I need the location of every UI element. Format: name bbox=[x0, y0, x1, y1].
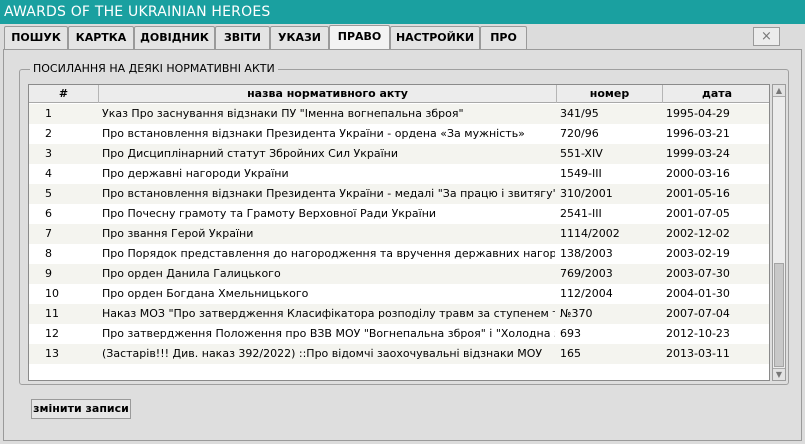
column-header-number[interactable]: # bbox=[29, 85, 99, 103]
act-code: 1114/2002 bbox=[560, 227, 620, 240]
act-date: 2003-07-30 bbox=[666, 267, 730, 280]
row-number: 8 bbox=[45, 247, 52, 260]
tab-directory[interactable]: ДОВІДНИК bbox=[134, 26, 215, 49]
table-row[interactable]: 2 Про встановлення відзнаки Президента Ук… bbox=[29, 124, 769, 144]
tab-decrees[interactable]: УКАЗИ bbox=[270, 26, 329, 49]
law-panel: ПОСИЛАННЯ НА ДЕЯКІ НОРМАТИВНІ АКТИ # наз… bbox=[3, 49, 802, 441]
act-code: 1549-III bbox=[560, 167, 602, 180]
scrollbar-thumb[interactable] bbox=[774, 263, 784, 367]
act-code: 310/2001 bbox=[560, 187, 613, 200]
act-code: 138/2003 bbox=[560, 247, 613, 260]
row-number: 13 bbox=[45, 347, 59, 360]
act-code: 769/2003 bbox=[560, 267, 613, 280]
table-row[interactable]: 10 Про орден Богдана Хмельницького 112/200… bbox=[29, 284, 769, 304]
table-row[interactable] bbox=[29, 364, 769, 380]
act-code: 720/96 bbox=[560, 127, 599, 140]
table-row[interactable]: 7 Про звання Герой України 1114/2002 2002-1… bbox=[29, 224, 769, 244]
act-name: Про звання Герой України bbox=[102, 227, 254, 240]
act-name: Про Почесну грамоту та Грамоту Верховної… bbox=[102, 207, 437, 220]
row-number: 11 bbox=[45, 307, 59, 320]
tab-bar: ПОШУК КАРТКА ДОВІДНИК ЗВІТИ УКАЗИ ПРАВО … bbox=[0, 25, 805, 50]
act-date: 2002-12-02 bbox=[666, 227, 730, 240]
act-name: (Застарів!!! Див. наказ 392/2022) ::Про … bbox=[102, 347, 543, 360]
table-row[interactable]: 1 Указ Про заснування відзнаки ПУ "Іменна… bbox=[29, 104, 769, 124]
act-name: Указ Про заснування відзнаки ПУ "Іменна … bbox=[102, 107, 464, 120]
column-header-code[interactable]: номер bbox=[557, 85, 663, 103]
row-number: 2 bbox=[45, 127, 52, 140]
act-date: 1996-03-21 bbox=[666, 127, 730, 140]
table-row[interactable]: 6 Про Почесну грамоту та Грамоту Верховно… bbox=[29, 204, 769, 224]
table-row[interactable]: 12 Про затвердження Положення про ВЗВ МОУ… bbox=[29, 324, 769, 344]
act-name: Про державні нагороди України bbox=[102, 167, 289, 180]
row-number: 12 bbox=[45, 327, 59, 340]
act-code: 341/95 bbox=[560, 107, 599, 120]
column-header-name[interactable]: назва нормативного акту bbox=[99, 85, 557, 103]
table-row[interactable]: 5 Про встановлення відзнаки Президента Ук… bbox=[29, 184, 769, 204]
table-row[interactable]: 11 Наказ МОЗ "Про затвердження Класифікат… bbox=[29, 304, 769, 324]
row-number: 4 bbox=[45, 167, 52, 180]
vertical-scrollbar[interactable]: ▲ ▼ bbox=[772, 84, 786, 381]
tab-about[interactable]: ПРО bbox=[480, 26, 527, 49]
act-date bbox=[663, 364, 769, 380]
act-date: 2000-03-16 bbox=[666, 167, 730, 180]
act-name: Про Порядок представлення до нагородженн… bbox=[102, 247, 555, 260]
table-row[interactable]: 3 Про Дисциплінарний статут Збройних Сил … bbox=[29, 144, 769, 164]
act-code: 2541-III bbox=[560, 207, 602, 220]
table-header: # назва нормативного акту номер дата bbox=[29, 85, 769, 103]
act-date: 2001-07-05 bbox=[666, 207, 730, 220]
act-name: Наказ МОЗ "Про затвердження Класифікатор… bbox=[102, 307, 555, 320]
row-number: 6 bbox=[45, 207, 52, 220]
table-row[interactable]: 4 Про державні нагороди України 1549-III 20… bbox=[29, 164, 769, 184]
row-number: 3 bbox=[45, 147, 52, 160]
act-code: 551-XIV bbox=[560, 147, 603, 160]
tab-reports[interactable]: ЗВІТИ bbox=[215, 26, 270, 49]
act-date: 2013-03-11 bbox=[666, 347, 730, 360]
act-code bbox=[557, 364, 661, 380]
group-title: ПОСИЛАННЯ НА ДЕЯКІ НОРМАТИВНІ АКТИ bbox=[30, 62, 278, 75]
act-date: 1999-03-24 bbox=[666, 147, 730, 160]
act-code: 693 bbox=[560, 327, 581, 340]
act-date: 2003-02-19 bbox=[666, 247, 730, 260]
table-body: 1 Указ Про заснування відзнаки ПУ "Іменна… bbox=[29, 104, 769, 380]
edit-records-button[interactable]: змінити записи bbox=[31, 399, 131, 419]
column-header-date[interactable]: дата bbox=[663, 85, 769, 103]
act-name: Про орден Данила Галицького bbox=[102, 267, 281, 280]
normative-acts-group: ПОСИЛАННЯ НА ДЕЯКІ НОРМАТИВНІ АКТИ # наз… bbox=[19, 62, 789, 385]
act-date: 1995-04-29 bbox=[666, 107, 730, 120]
row-number bbox=[29, 364, 97, 380]
table-row[interactable]: 13 (Застарів!!! Див. наказ 392/2022) ::Пр… bbox=[29, 344, 769, 364]
act-code: №370 bbox=[560, 307, 593, 320]
tab-settings[interactable]: НАСТРОЙКИ bbox=[390, 26, 480, 49]
act-name: Про орден Богдана Хмельницького bbox=[102, 287, 309, 300]
act-date: 2007-07-04 bbox=[666, 307, 730, 320]
window-title: AWARDS OF THE UKRAINIAN HEROES bbox=[0, 0, 805, 24]
row-number: 10 bbox=[45, 287, 59, 300]
row-number: 7 bbox=[45, 227, 52, 240]
row-number: 1 bbox=[45, 107, 52, 120]
tab-search[interactable]: ПОШУК bbox=[4, 26, 68, 49]
act-date: 2012-10-23 bbox=[666, 327, 730, 340]
table-row[interactable]: 8 Про Порядок представлення до нагороджен… bbox=[29, 244, 769, 264]
act-code: 165 bbox=[560, 347, 581, 360]
act-date: 2001-05-16 bbox=[666, 187, 730, 200]
act-name: Про Дисциплінарний статут Збройних Сил У… bbox=[102, 147, 398, 160]
act-name bbox=[99, 364, 555, 380]
act-date: 2004-01-30 bbox=[666, 287, 730, 300]
table-row[interactable]: 9 Про орден Данила Галицького 769/2003 2003… bbox=[29, 264, 769, 284]
scroll-up-icon[interactable]: ▲ bbox=[773, 85, 785, 97]
act-code: 112/2004 bbox=[560, 287, 613, 300]
act-name: Про встановлення відзнаки Президента Укр… bbox=[102, 127, 525, 140]
row-number: 5 bbox=[45, 187, 52, 200]
scroll-down-icon[interactable]: ▼ bbox=[773, 368, 785, 380]
act-name: Про встановлення відзнаки Президента Укр… bbox=[102, 187, 555, 200]
act-name: Про затвердження Положення про ВЗВ МОУ "… bbox=[102, 327, 555, 340]
close-tab-button[interactable]: × bbox=[753, 27, 780, 46]
acts-table[interactable]: # назва нормативного акту номер дата 1 Ук… bbox=[28, 84, 770, 381]
row-number: 9 bbox=[45, 267, 52, 280]
tab-law[interactable]: ПРАВО bbox=[329, 25, 390, 50]
tab-card[interactable]: КАРТКА bbox=[68, 26, 134, 49]
